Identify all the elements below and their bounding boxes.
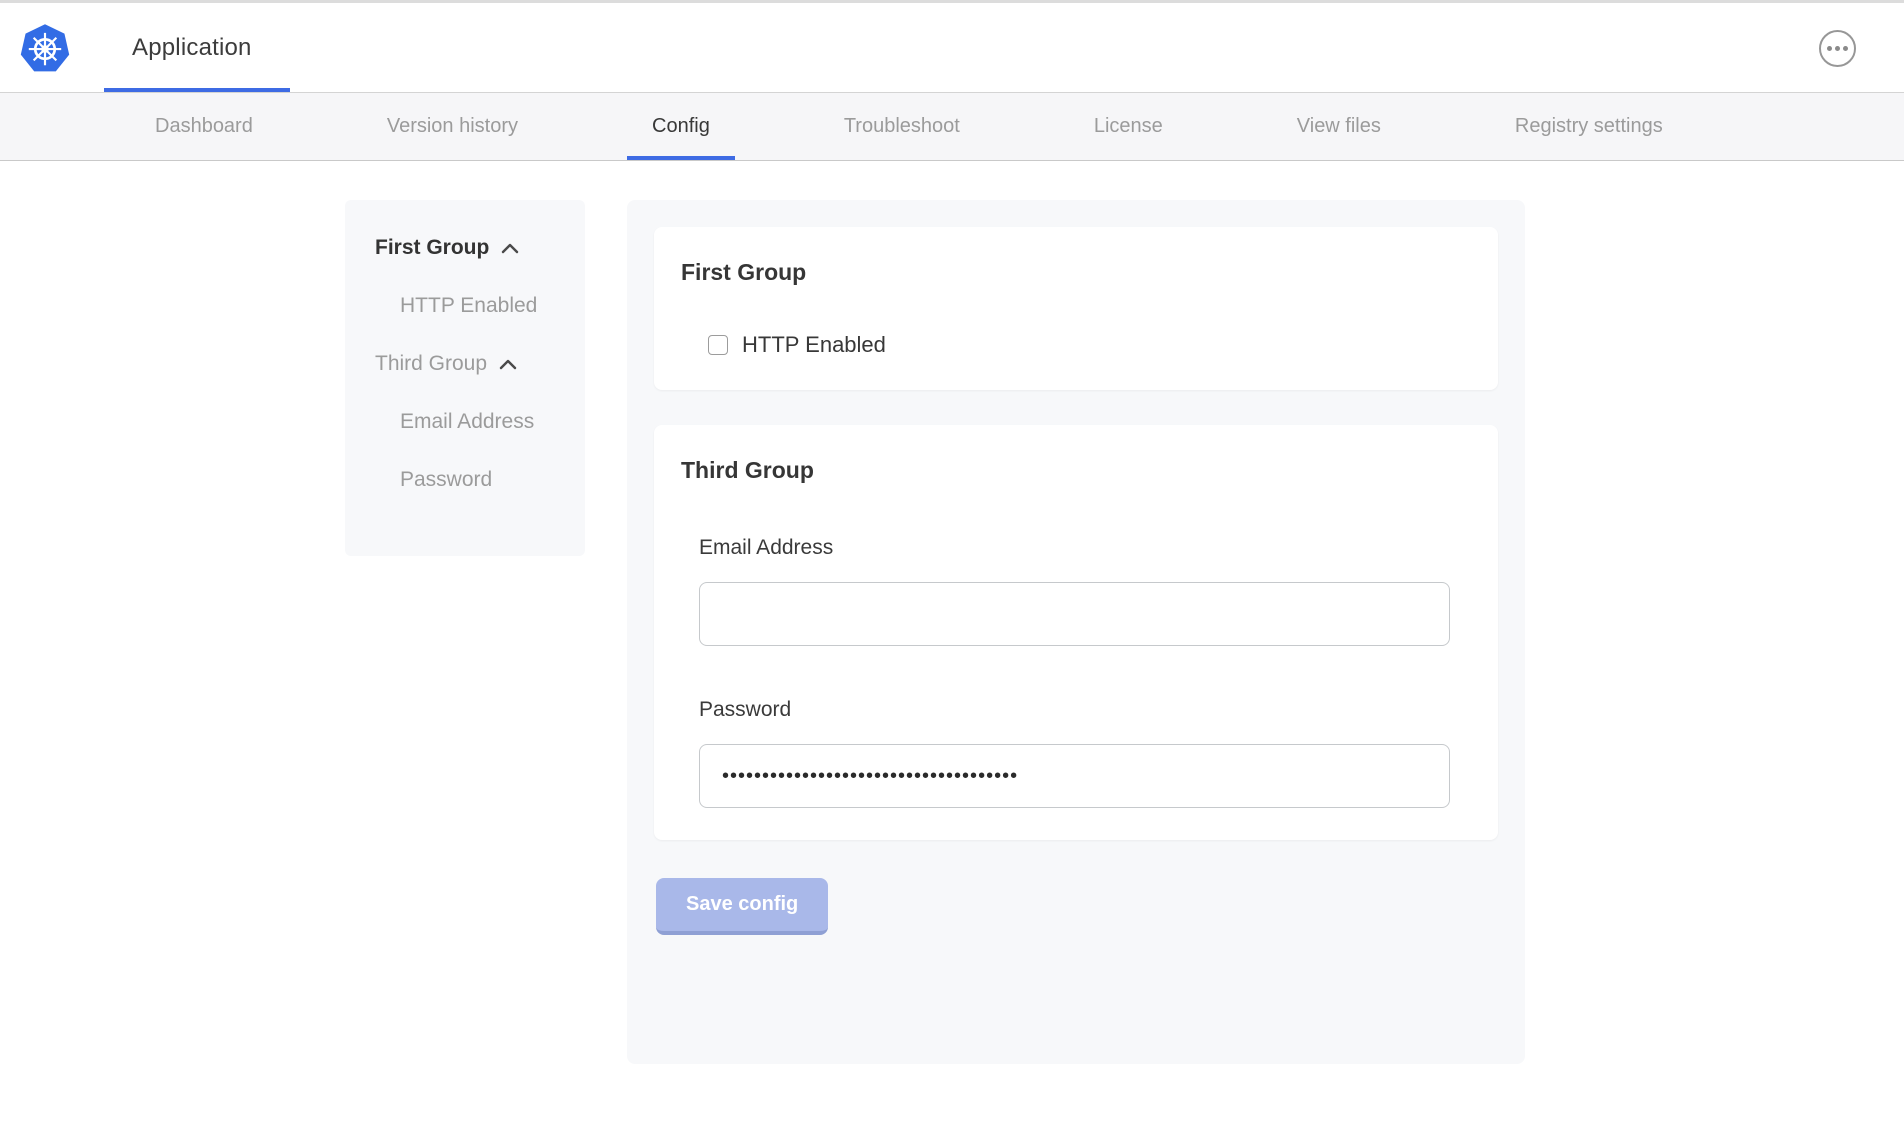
sidebar-item-label: Email Address — [400, 410, 534, 434]
app-header: Application — [0, 0, 1904, 93]
config-panel: First Group HTTP Enabled Third Group Ema… — [627, 200, 1525, 1064]
password-input[interactable] — [699, 744, 1450, 808]
config-groups-sidebar: First Group HTTP Enabled Third Group Ema… — [345, 200, 585, 556]
tab-dashboard[interactable]: Dashboard — [155, 93, 253, 160]
group-title: Third Group — [681, 457, 1471, 484]
http-enabled-label[interactable]: HTTP Enabled — [742, 332, 886, 358]
dot — [1827, 46, 1832, 51]
config-group-card-first: First Group HTTP Enabled — [654, 227, 1498, 390]
tab-application[interactable]: Application — [132, 3, 252, 92]
http-enabled-checkbox[interactable] — [708, 335, 728, 355]
sidebar-item-first-group[interactable]: First Group — [345, 226, 585, 270]
sidebar-item-label: Third Group — [375, 352, 487, 376]
password-label: Password — [699, 698, 1450, 722]
dot — [1843, 46, 1848, 51]
chevron-up-icon — [501, 242, 519, 255]
chevron-up-icon — [499, 358, 517, 371]
http-enabled-field: HTTP Enabled — [681, 332, 1471, 358]
tab-registry-settings[interactable]: Registry settings — [1515, 93, 1663, 160]
email-address-label: Email Address — [699, 536, 1450, 560]
config-group-card-third: Third Group Email Address Password — [654, 425, 1498, 840]
sidebar-item-third-group[interactable]: Third Group — [345, 342, 585, 386]
sidebar-item-label: First Group — [375, 236, 489, 260]
tab-troubleshoot[interactable]: Troubleshoot — [844, 93, 960, 160]
fields: Email Address Password — [699, 536, 1450, 808]
sidebar-item-http-enabled[interactable]: HTTP Enabled — [345, 284, 585, 328]
dot — [1835, 46, 1840, 51]
tab-license[interactable]: License — [1094, 93, 1163, 160]
sidebar-item-label: Password — [400, 468, 492, 492]
ellipsis-menu-icon[interactable] — [1819, 30, 1856, 67]
save-config-button[interactable]: Save config — [656, 878, 828, 935]
email-address-input[interactable] — [699, 582, 1450, 646]
kubernetes-logo-icon — [17, 21, 73, 75]
tab-config[interactable]: Config — [652, 93, 710, 160]
sidebar-item-email-address[interactable]: Email Address — [345, 400, 585, 444]
tab-view-files[interactable]: View files — [1297, 93, 1381, 160]
tab-version-history[interactable]: Version history — [387, 93, 518, 160]
group-title: First Group — [681, 259, 1471, 286]
secondary-nav: Dashboard Version history Config Trouble… — [0, 93, 1904, 161]
sidebar-item-password[interactable]: Password — [345, 458, 585, 502]
sidebar-item-label: HTTP Enabled — [400, 294, 537, 318]
